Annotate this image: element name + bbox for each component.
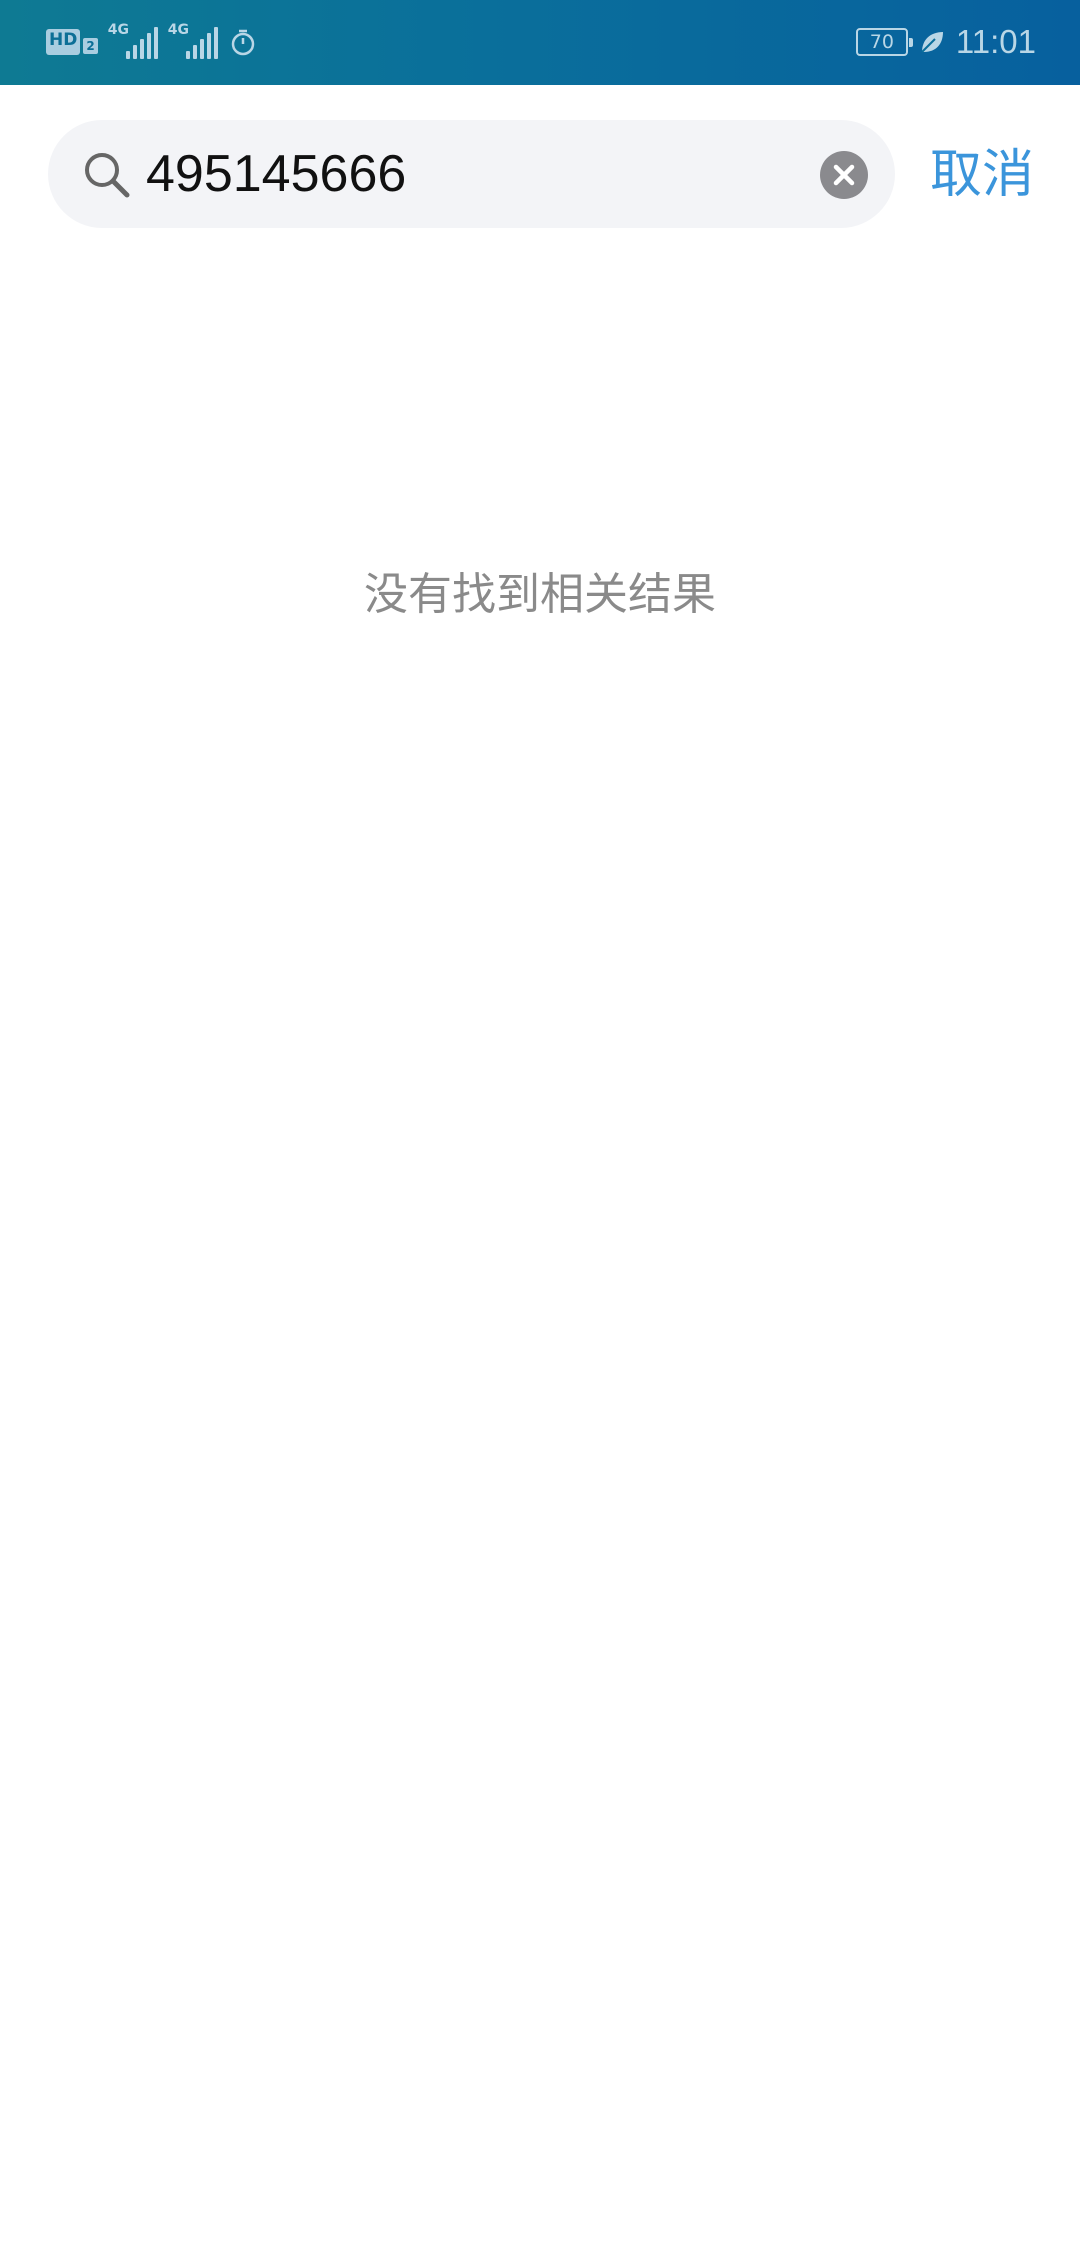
hd-icon: HD 2 [46, 29, 98, 55]
close-icon [833, 164, 855, 186]
status-right: 70 11:01 [855, 20, 1036, 64]
search-icon [85, 153, 130, 198]
status-bar: HD 2 4G 4G 70 11:01 [0, 0, 1080, 85]
clock: 11:01 [955, 23, 1036, 60]
leaf-icon [921, 32, 943, 53]
search-input[interactable] [146, 136, 796, 212]
hd-label: HD [46, 29, 81, 55]
clear-button[interactable] [820, 151, 868, 199]
signal-icon: 4G [108, 23, 158, 61]
hd-sub-label: 2 [83, 38, 98, 54]
search-box[interactable] [48, 120, 895, 228]
battery-icon: 70 [855, 28, 913, 56]
search-bar: 取消 [0, 120, 1080, 230]
cancel-button[interactable]: 取消 [930, 140, 1034, 210]
empty-results-message: 没有找到相关结果 [364, 569, 716, 620]
timer-icon [231, 29, 254, 56]
signal-icon: 4G [168, 23, 218, 61]
status-left: HD 2 4G 4G [46, 22, 258, 62]
battery-level: 70 [869, 31, 894, 53]
